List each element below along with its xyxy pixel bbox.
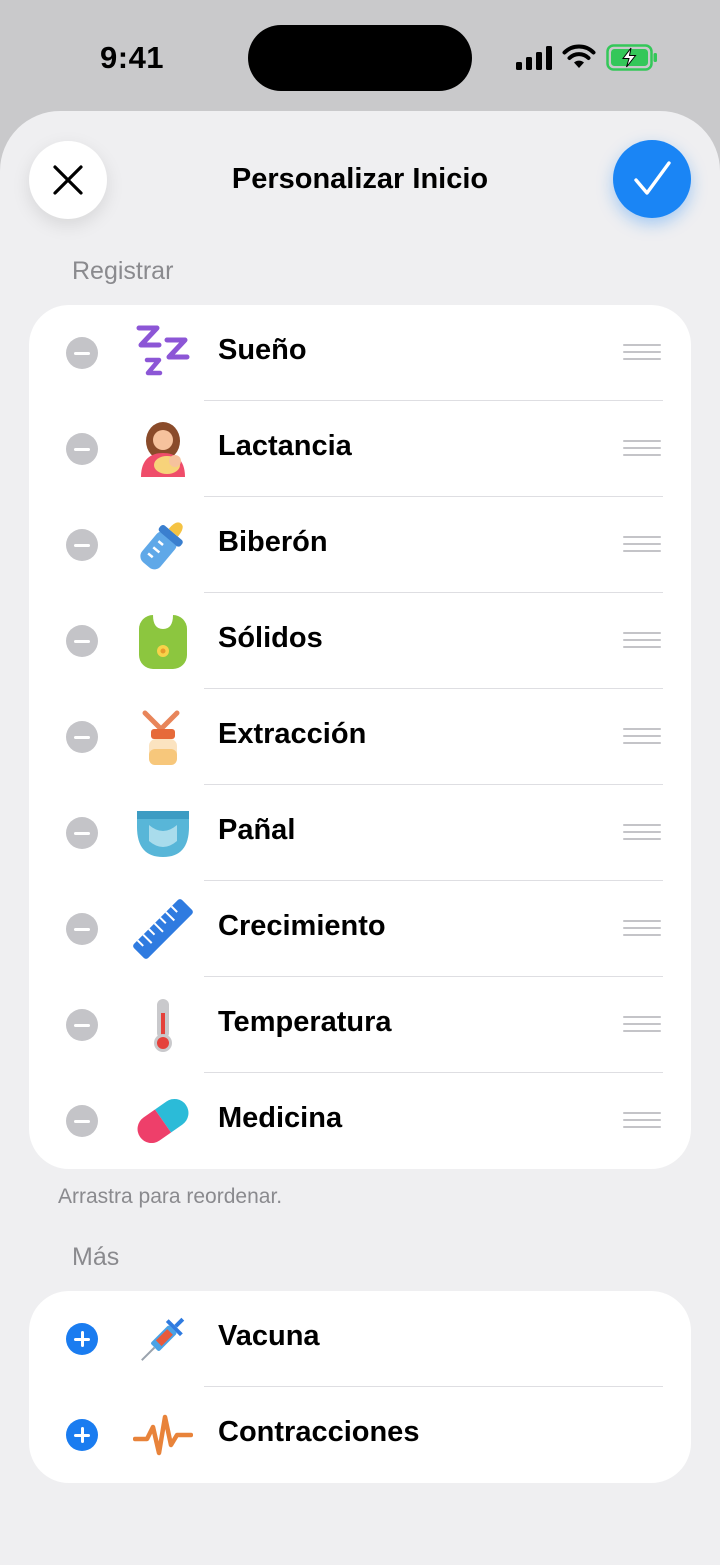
drag-handle-icon[interactable] <box>623 344 661 362</box>
item-label: Vacuna <box>218 1320 320 1352</box>
page-title: Personalizar Inicio <box>231 163 489 195</box>
drag-handle-icon[interactable] <box>623 632 661 650</box>
remove-button[interactable] <box>66 433 98 465</box>
status-time: 9:41 <box>100 40 165 75</box>
item-label: Extracción <box>218 718 367 750</box>
item-label: Biberón <box>218 526 328 558</box>
sleep-icon <box>136 325 190 376</box>
thermometer-icon <box>154 999 172 1052</box>
wifi-icon <box>562 44 596 68</box>
dynamic-island <box>248 25 472 91</box>
list-item-lactancia[interactable]: Lactancia <box>29 401 691 497</box>
mas-list: Vacuna Contracciones <box>29 1291 691 1483</box>
item-label: Sólidos <box>218 622 323 654</box>
item-label: Lactancia <box>218 430 352 462</box>
remove-button[interactable] <box>66 1009 98 1041</box>
list-item-vacuna[interactable]: Vacuna <box>29 1291 691 1387</box>
cellular-signal-icon <box>516 46 552 70</box>
item-label: Crecimiento <box>218 910 386 942</box>
list-item-sueno[interactable]: Sueño <box>29 305 691 401</box>
drag-handle-icon[interactable] <box>623 920 661 938</box>
registrar-list: Sueño Lactancia Biberón Sólidos Extracci… <box>29 305 691 1169</box>
drag-handle-icon[interactable] <box>623 1016 661 1034</box>
drag-handle-icon[interactable] <box>623 824 661 842</box>
diaper-icon <box>137 811 189 857</box>
item-label: Sueño <box>218 334 307 366</box>
list-item-extraccion[interactable]: Extracción <box>29 689 691 785</box>
list-item-panal[interactable]: Pañal <box>29 785 691 881</box>
syringe-icon <box>141 1317 185 1361</box>
section-label-registrar: Registrar <box>72 257 174 285</box>
remove-button[interactable] <box>66 721 98 753</box>
drag-handle-icon[interactable] <box>623 728 661 746</box>
remove-button[interactable] <box>66 625 98 657</box>
drag-handle-icon[interactable] <box>623 440 661 458</box>
drag-handle-icon[interactable] <box>623 536 661 554</box>
battery-charging-icon <box>606 44 657 71</box>
remove-button[interactable] <box>66 529 98 561</box>
bib-icon <box>139 615 187 669</box>
contractions-icon <box>133 1414 193 1456</box>
item-label: Contracciones <box>218 1416 420 1448</box>
reorder-hint: Arrastra para reordenar. <box>58 1185 283 1208</box>
ruler-icon <box>133 899 193 959</box>
list-item-medicina[interactable]: Medicina <box>29 1073 691 1169</box>
breastfeeding-icon <box>141 422 185 477</box>
item-label: Temperatura <box>218 1006 392 1038</box>
checkmark-icon <box>634 161 671 195</box>
item-label: Pañal <box>218 814 296 846</box>
list-item-biberon[interactable]: Biberón <box>29 497 691 593</box>
breast-pump-icon <box>142 710 180 765</box>
drag-handle-icon[interactable] <box>623 1112 661 1130</box>
list-item-crecimiento[interactable]: Crecimiento <box>29 881 691 977</box>
remove-button[interactable] <box>66 337 98 369</box>
list-item-temperatura[interactable]: Temperatura <box>29 977 691 1073</box>
remove-button[interactable] <box>66 913 98 945</box>
list-item-solidos[interactable]: Sólidos <box>29 593 691 689</box>
section-label-mas: Más <box>72 1243 120 1271</box>
customize-sheet: Personalizar Inicio Registrar Sueño Lact… <box>0 111 720 1565</box>
remove-button[interactable] <box>66 817 98 849</box>
baby-bottle-icon <box>140 522 183 570</box>
pill-icon <box>137 1098 189 1144</box>
done-button[interactable] <box>613 140 691 218</box>
item-label: Medicina <box>218 1102 343 1134</box>
status-bar: 9:41 <box>0 0 720 110</box>
add-button[interactable] <box>66 1323 98 1355</box>
add-button[interactable] <box>66 1419 98 1451</box>
list-item-contracciones[interactable]: Contracciones <box>29 1387 691 1483</box>
remove-button[interactable] <box>66 1105 98 1137</box>
